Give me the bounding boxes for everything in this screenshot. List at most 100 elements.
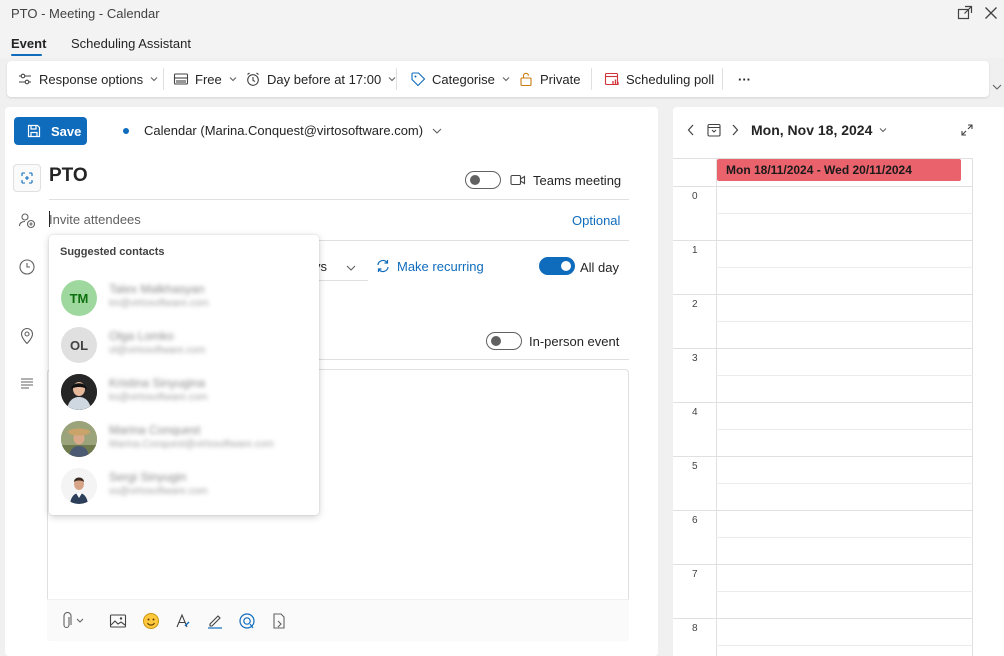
show-as-button[interactable]: Free: [173, 61, 238, 97]
all-day-toggle[interactable]: [539, 257, 575, 275]
date-picker-button[interactable]: Mon, Nov 18, 2024: [751, 122, 888, 138]
hour-line: [673, 294, 973, 295]
contact-item[interactable]: Kristina Sinyugina ks@virtosoftware.com: [49, 370, 319, 417]
contact-email: Marina.Conquest@virtosoftware.com: [109, 439, 274, 450]
alarm-clock-icon: [247, 72, 259, 86]
hour-line: [673, 618, 973, 619]
pop-out-icon[interactable]: [956, 4, 974, 22]
suggested-contacts-popup: Suggested contacts TM Talex Malkhasyan t…: [49, 235, 319, 515]
avatar-photo: [61, 421, 97, 457]
chevron-down-icon[interactable]: [345, 262, 357, 274]
title-bar: PTO - Meeting - Calendar: [0, 0, 1004, 26]
insert-picture-button[interactable]: [108, 611, 128, 631]
chevron-down-icon: [229, 77, 237, 82]
private-button[interactable]: Private: [518, 61, 580, 97]
hour-label: 3: [692, 353, 698, 364]
contact-item[interactable]: OL Olga Lomko ol@virtosoftware.com: [49, 323, 319, 370]
person-photo-icon: [61, 421, 97, 457]
half-hour-line: [716, 429, 973, 430]
formatting-toolbar: [47, 599, 629, 641]
today-calendar-icon[interactable]: [706, 122, 722, 138]
reminder-button[interactable]: Day before at 17:00: [245, 61, 397, 97]
text-lines-icon: [15, 371, 39, 395]
optional-attendees-link[interactable]: Optional: [572, 213, 620, 228]
calendar-selector[interactable]: Calendar (Marina.Conquest@virtosoftware.…: [144, 123, 443, 138]
contact-item[interactable]: Marina Conquest Marina.Conquest@virtosof…: [49, 417, 319, 464]
loop-button[interactable]: [237, 611, 257, 631]
toolbar-divider: [396, 68, 397, 90]
sliders-icon: [19, 73, 31, 85]
copilot-icon[interactable]: [13, 164, 41, 192]
grid-right-border: [972, 158, 973, 656]
scheduling-poll-label: Scheduling poll: [626, 71, 715, 87]
contact-email: ol@virtosoftware.com: [109, 345, 206, 356]
current-date: Mon, Nov 18, 2024: [751, 122, 873, 138]
toggle-knob: [491, 336, 501, 346]
chevron-left-icon[interactable]: [686, 123, 696, 137]
hour-line: [673, 402, 973, 403]
chevron-down-icon[interactable]: [991, 82, 1003, 92]
calendar-color-dot: [123, 128, 129, 134]
event-title[interactable]: PTO: [49, 165, 88, 187]
suggested-contacts-header: Suggested contacts: [60, 246, 165, 258]
contact-item[interactable]: Sergi Sinyugin ss@virtosoftware.com: [49, 464, 319, 511]
format-text-button[interactable]: [173, 611, 193, 631]
teams-meeting-toggle[interactable]: [465, 171, 501, 189]
contact-name: Talex Malkhasyan: [109, 282, 205, 296]
avatar-photo: [61, 468, 97, 504]
person-photo-icon: [61, 374, 97, 410]
all-day-event-bar[interactable]: Mon 18/11/2024 - Wed 20/11/2024: [717, 159, 961, 181]
save-label: Save: [51, 123, 82, 139]
hour-label: 8: [692, 623, 698, 634]
contact-name: Sergi Sinyugin: [109, 470, 187, 484]
half-hour-line: [716, 537, 973, 538]
hour-label: 4: [692, 407, 698, 418]
hour-label: 5: [692, 461, 698, 472]
hour-line: [673, 510, 973, 511]
day-calendar-pane: Mon, Nov 18, 2024 0 1 2 3 4 5 6 7 8 Mon 18/11/20…: [673, 107, 1004, 656]
categorise-button[interactable]: Categorise: [410, 61, 511, 97]
hour-line: [673, 240, 973, 241]
chevron-down-icon: [880, 128, 887, 133]
scheduling-poll-button[interactable]: Scheduling poll: [604, 61, 714, 97]
divider: [308, 359, 629, 360]
grid-line: [673, 186, 973, 187]
hour-label: 0: [692, 191, 698, 202]
video-camera-icon: [510, 174, 526, 186]
ribbon-toolbar: Response options Free Day before at 17:0…: [7, 61, 989, 97]
save-button[interactable]: Save: [14, 117, 87, 145]
ribbon-tabs: Event Scheduling Assistant: [0, 26, 1004, 58]
tab-event[interactable]: Event: [11, 36, 46, 51]
show-as-icon: [173, 73, 189, 85]
day-time-grid: 0 1 2 3 4 5 6 7 8: [673, 158, 973, 656]
image-icon: [109, 614, 127, 628]
active-tab-indicator: [11, 54, 42, 56]
avatar-photo: [61, 374, 97, 410]
calendar-name: Calendar (Marina.Conquest@virtosoftware.…: [144, 123, 424, 138]
attach-file-button[interactable]: [59, 611, 91, 631]
contact-name: Olga Lomko: [109, 329, 174, 343]
contact-email: ss@virtosoftware.com: [109, 486, 208, 497]
make-recurring-link[interactable]: Make recurring: [397, 259, 484, 274]
signature-button[interactable]: [205, 611, 225, 631]
toolbar-divider: [591, 68, 592, 90]
contact-email: tm@virtosoftware.com: [109, 298, 209, 309]
response-options-button[interactable]: Response options: [17, 61, 159, 97]
tab-scheduling-assistant[interactable]: Scheduling Assistant: [71, 36, 191, 51]
invite-attendees-input[interactable]: [49, 209, 549, 229]
contact-item[interactable]: TM Talex Malkhasyan tm@virtosoftware.com: [49, 276, 319, 323]
hour-line: [673, 564, 973, 565]
chevron-down-icon: [432, 128, 442, 134]
toggle-knob: [470, 175, 480, 185]
expand-icon[interactable]: [960, 123, 974, 137]
in-person-toggle[interactable]: [486, 332, 522, 350]
hour-label: 6: [692, 515, 698, 526]
show-as-label: Free: [195, 71, 222, 87]
chevron-right-icon[interactable]: [730, 123, 740, 137]
apps-button[interactable]: [269, 611, 289, 631]
toolbar-divider: [722, 68, 723, 90]
close-icon[interactable]: [982, 4, 1000, 22]
emoji-button[interactable]: [141, 611, 161, 631]
more-options-button[interactable]: ···: [738, 61, 751, 97]
hour-label: 2: [692, 299, 698, 310]
